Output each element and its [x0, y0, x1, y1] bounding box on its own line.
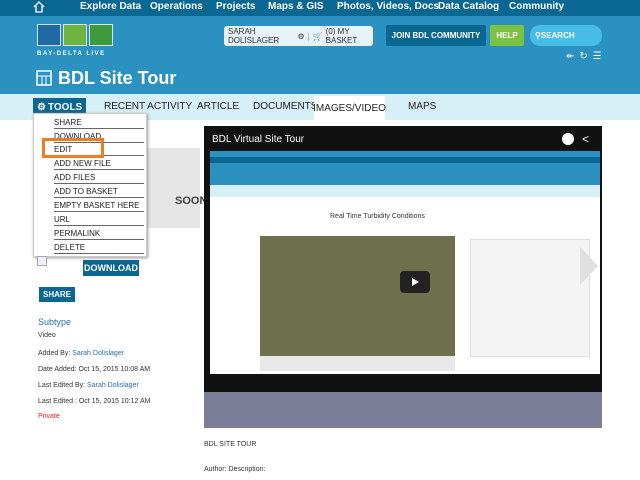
frame-heading: Real Time Turbidity Conditions: [330, 213, 425, 220]
video-caption: BDL SITE TOUR: [204, 441, 257, 448]
video-player[interactable]: BDL Virtual Site Tour < Real Time Turbid…: [204, 126, 602, 428]
frame-footer: [260, 356, 455, 371]
page-title-bar: BDL Site Tour: [0, 64, 640, 94]
last-edited: Last Edited : Oct 15, 2015 10:12 AM: [38, 398, 151, 405]
frame-nav: [210, 157, 600, 163]
user-name[interactable]: SARAH DOLISLAGER: [228, 27, 294, 45]
home-icon[interactable]: [32, 0, 46, 14]
tab-documents[interactable]: DOCUMENTS: [253, 101, 317, 112]
watch-later-icon[interactable]: [562, 133, 574, 145]
gear-icon: ⚙: [37, 101, 46, 113]
last-edited-by-link[interactable]: Sarah Dolislager: [87, 382, 139, 389]
menu-item-permalink[interactable]: PERMALINK: [54, 229, 144, 240]
tools-menu: SHARE DOWNLOAD EDIT ADD NEW FILE ADD FIL…: [33, 113, 147, 257]
frame-panel: [470, 239, 590, 357]
bay-delta-live-logo[interactable]: BAY-DELTA LIVE: [37, 24, 115, 60]
menu-item-url[interactable]: URL: [54, 215, 144, 226]
help-button[interactable]: HELP: [490, 25, 524, 46]
private-badge: Private: [38, 413, 60, 420]
added-by-label: Added By:: [38, 350, 71, 357]
play-button[interactable]: [400, 271, 430, 293]
menu-item-share[interactable]: SHARE: [54, 118, 144, 129]
logo-text: BAY-DELTA LIVE: [37, 51, 106, 57]
tab-recent-activity[interactable]: RECENT ACTIVITY: [104, 101, 192, 112]
subtype-heading: Subtype: [38, 317, 72, 327]
nav-maps-gis[interactable]: Maps & GIS: [268, 1, 324, 12]
menu-item-add-new-file[interactable]: ADD NEW FILE: [54, 159, 144, 170]
author-description: Author: Description:: [204, 466, 266, 473]
date-added: Date Added: Oct 15, 2015 10:08 AM: [38, 366, 151, 373]
last-edited-by-label: Last Edited By:: [38, 382, 86, 389]
menu-item-delete[interactable]: DELETE: [54, 243, 144, 254]
next-arrow-icon[interactable]: [578, 245, 600, 287]
search-input[interactable]: ⚲ SEARCH: [530, 25, 602, 46]
menu-item-add-files[interactable]: ADD FILES: [54, 173, 144, 184]
basket-label[interactable]: (0) MY BASKET: [326, 27, 373, 45]
site-banner: BAY-DELTA LIVE SARAH DOLISLAGER ⚙ | 🛒 (0…: [0, 16, 640, 64]
edit-highlight-box: [42, 138, 104, 158]
play-icon: [412, 278, 419, 286]
subtype-value: Video: [38, 332, 56, 339]
nav-photos-videos-docs[interactable]: Photos, Videos, Docs: [337, 1, 439, 12]
nav-operations[interactable]: Operations: [150, 1, 203, 12]
menu-item-add-to-basket[interactable]: ADD TO BASKET: [54, 187, 144, 198]
tab-maps[interactable]: MAPS: [408, 101, 436, 112]
tab-article[interactable]: ARTICLE: [197, 101, 239, 112]
frame-subnav: [210, 185, 600, 197]
back-arrow-icon[interactable]: ↞: [566, 51, 574, 63]
tab-images-video[interactable]: IMAGES/VIDEO: [313, 96, 386, 120]
refresh-icon[interactable]: ↻: [579, 51, 587, 63]
download-button[interactable]: DOWNLOAD: [83, 260, 139, 276]
site-tour-icon: [36, 70, 52, 86]
nav-projects[interactable]: Projects: [216, 1, 255, 12]
share-icon[interactable]: <: [582, 132, 589, 146]
search-placeholder: SEARCH: [540, 31, 575, 40]
thumbnail-text: SOON: [175, 195, 208, 207]
frame-map: [260, 236, 455, 356]
join-community-button[interactable]: JOIN BDL COMMUNITY: [386, 25, 486, 46]
separator: |: [307, 31, 310, 41]
top-navigation: Explore Data Operations Projects Maps & …: [0, 0, 640, 16]
menu-item-empty-basket[interactable]: EMPTY BASKET HERE: [54, 201, 144, 212]
last-edited-by: Last Edited By: Sarah Dolislager: [38, 382, 139, 389]
video-title: BDL Virtual Site Tour: [212, 134, 305, 145]
banner-icons: ↞ ↻ ☰: [566, 51, 606, 63]
share-button[interactable]: SHARE: [39, 287, 75, 302]
user-basket-button[interactable]: SARAH DOLISLAGER ⚙ | 🛒 (0) MY BASKET: [224, 26, 373, 46]
tab-tools-label: TOOLS: [47, 101, 83, 113]
gear-icon[interactable]: ⚙: [297, 32, 304, 41]
video-frame: Real Time Turbidity Conditions: [210, 151, 600, 374]
menu-icon[interactable]: ☰: [593, 51, 602, 63]
basket-icon: 🛒: [312, 31, 323, 41]
added-by: Added By: Sarah Dolislager: [38, 350, 124, 357]
added-by-link[interactable]: Sarah Dolislager: [72, 350, 124, 357]
nav-community[interactable]: Community: [509, 1, 564, 12]
broken-image-icon: [37, 256, 47, 266]
player-bottom-panel: [204, 392, 602, 428]
nav-explore-data[interactable]: Explore Data: [80, 1, 141, 12]
nav-data-catalog[interactable]: Data Catalog: [438, 1, 499, 12]
page-title: BDL Site Tour: [58, 68, 177, 88]
